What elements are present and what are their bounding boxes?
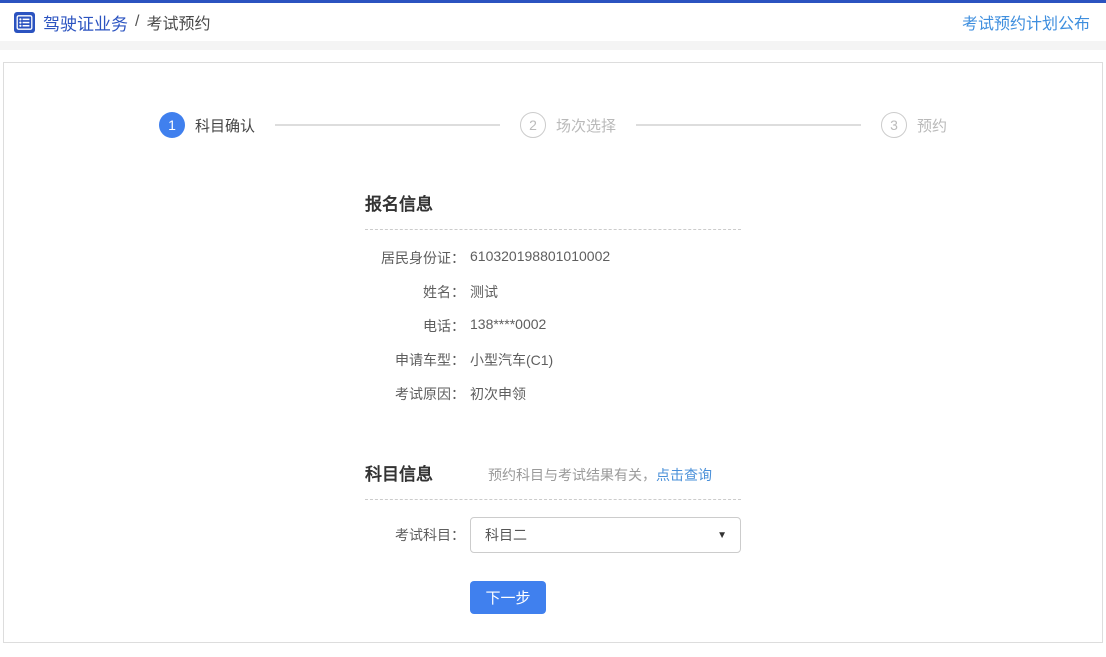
step-3-indicator: 3 [881,112,907,138]
exam-plan-link[interactable]: 考试预约计划公布 [962,10,1090,34]
step-3-label: 预约 [917,115,947,136]
field-value: 初次申领 [465,384,741,404]
breadcrumb-section[interactable]: 驾驶证业务 [43,10,128,35]
step-item-reserve: 3 预约 [881,112,947,138]
step-1-label: 科目确认 [195,115,255,136]
form-content: 报名信息 居民身份证： 610320198801010002 姓名： 测试 电话… [365,190,741,614]
step-item-session-select: 2 场次选择 [520,112,616,138]
step-2-indicator: 2 [520,112,546,138]
breadcrumb-page: 考试预约 [146,10,210,34]
breadcrumb: 驾驶证业务 / 考试预约 [14,10,210,35]
field-row-name: 姓名： 测试 [365,275,741,309]
field-label: 考试原因： [365,384,465,404]
subject-info-title: 科目信息 [365,460,433,485]
exam-subject-row: 考试科目： 科目二 ▼ [365,517,741,553]
note-text: 预约科目与考试结果有关， [488,467,656,483]
field-value: 138****0002 [465,316,741,336]
chevron-down-icon: ▼ [717,530,727,541]
field-row-exam-reason: 考试原因： 初次申领 [365,377,741,411]
field-label: 居民身份证： [365,248,465,268]
query-result-link[interactable]: 点击查询 [656,467,712,483]
field-row-vehicle-type: 申请车型： 小型汽车(C1) [365,343,741,377]
subject-info-header: 科目信息 预约科目与考试结果有关，点击查询 [365,460,741,500]
field-row-id-number: 居民身份证： 610320198801010002 [365,241,741,275]
subject-info-note: 预约科目与考试结果有关，点击查询 [488,465,712,485]
exam-subject-label: 考试科目： [365,525,465,545]
field-value: 610320198801010002 [465,248,741,268]
field-label: 电话： [365,316,465,336]
field-label: 申请车型： [365,350,465,370]
header-divider-band [0,41,1106,50]
step-connector [636,124,861,126]
step-item-subject-confirm: 1 科目确认 [159,112,255,138]
enroll-info-fields: 居民身份证： 610320198801010002 姓名： 测试 电话： 138… [365,241,741,411]
exam-subject-selected-value: 科目二 [485,525,527,545]
enroll-info-title: 报名信息 [365,190,433,215]
step-1-indicator: 1 [159,112,185,138]
step-2-label: 场次选择 [556,115,616,136]
main-panel: 1 科目确认 2 场次选择 3 预约 报名信息 居民身份证： 610320198… [3,62,1103,643]
top-bar: 驾驶证业务 / 考试预约 考试预约计划公布 [0,0,1106,41]
exam-subject-select[interactable]: 科目二 ▼ [470,517,741,553]
enroll-info-header: 报名信息 [365,190,741,230]
field-row-phone: 电话： 138****0002 [365,309,741,343]
breadcrumb-separator: / [135,13,139,31]
list-icon [14,12,35,33]
step-wizard: 1 科目确认 2 场次选择 3 预约 [4,63,1102,138]
field-value: 测试 [465,282,741,302]
step-connector [275,124,500,126]
field-value: 小型汽车(C1) [465,350,741,370]
field-label: 姓名： [365,282,465,302]
next-step-button[interactable]: 下一步 [470,581,546,614]
